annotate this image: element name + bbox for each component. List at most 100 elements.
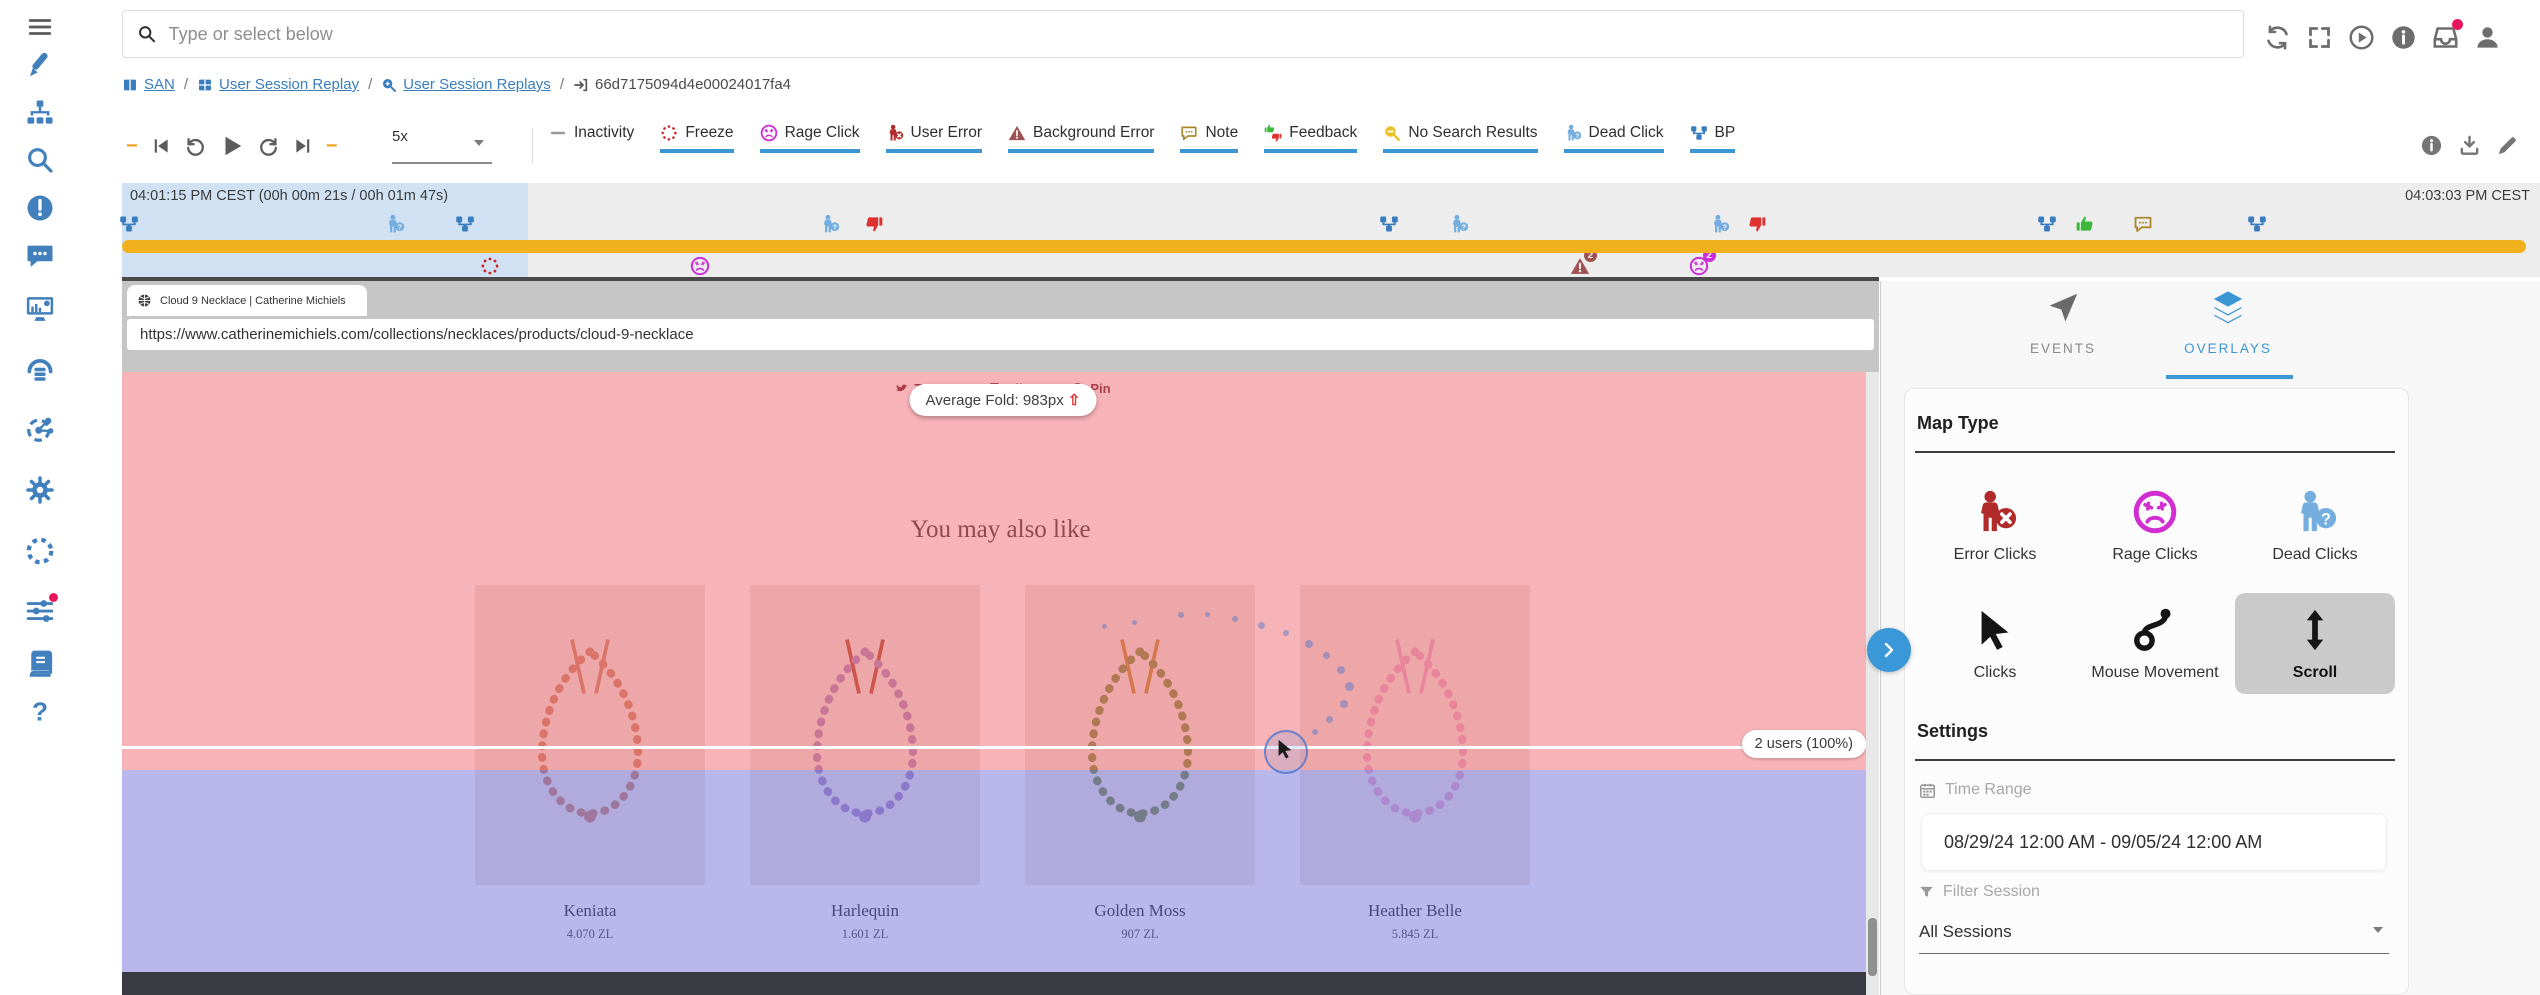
skip-end-icon[interactable]	[293, 136, 313, 156]
sidebar-search-icon[interactable]	[25, 145, 55, 175]
filter-chip-dead-click[interactable]: ?Dead Click	[1564, 124, 1664, 153]
timeline-marker-thumbs-up-icon[interactable]	[2075, 214, 2095, 239]
dead-clicks-icon: ?	[2292, 489, 2338, 535]
filter-chip-bp[interactable]: BP	[1690, 124, 1736, 153]
redo-icon[interactable]	[258, 135, 280, 157]
filter-chip-user-error[interactable]: User Error	[886, 124, 982, 153]
sidebar-menu-icon[interactable]	[27, 14, 53, 40]
map-type-label: Dead Clicks	[2235, 546, 2395, 564]
breadcrumb-separator: /	[560, 76, 564, 93]
sidebar-gear-icon[interactable]	[25, 475, 55, 505]
timeline-marker-thumbs-down-icon[interactable]	[1747, 214, 1767, 239]
sign-in-icon	[573, 77, 589, 93]
viewport-scrollbar-thumb[interactable]	[1868, 918, 1877, 976]
browser-tab[interactable]: Cloud 9 Necklace | Catherine Michiels	[127, 285, 367, 316]
bp-icon	[1690, 124, 1708, 142]
search-input[interactable]	[167, 23, 2229, 46]
search-icon	[137, 24, 157, 44]
chip-label: BP	[1715, 124, 1736, 142]
filter-chip-background-error[interactable]: Background Error	[1008, 124, 1154, 153]
grid-icon	[197, 77, 213, 93]
svg-text:?: ?	[1462, 224, 1466, 232]
play-circle-icon[interactable]	[2348, 24, 2375, 51]
map-type-rage-clicks[interactable]: Rage Clicks	[2075, 475, 2235, 576]
timeline-marker-bp-icon[interactable]	[2247, 214, 2267, 239]
sidebar-sitemap-icon[interactable]	[25, 98, 55, 128]
inbox-icon[interactable]	[2432, 24, 2459, 51]
sidebar-monitor-chart-icon[interactable]	[25, 294, 55, 324]
filter-chip-feedback[interactable]: Feedback	[1264, 124, 1357, 153]
breadcrumb-separator: /	[368, 76, 372, 93]
mouse-trail-dot	[1102, 624, 1107, 629]
fullscreen-icon[interactable]	[2306, 24, 2333, 51]
sidebar-share-network-icon[interactable]	[25, 414, 55, 444]
svg-text:?: ?	[1723, 224, 1727, 232]
timeline-marker-bp-icon[interactable]	[2037, 214, 2057, 239]
map-type-dead-clicks[interactable]: ? Dead Clicks	[2235, 475, 2395, 576]
filter-chip-no-search-results[interactable]: No Search Results	[1383, 124, 1537, 153]
chevron-right-icon	[1880, 641, 1898, 659]
timeline-marker-bp-icon[interactable]	[119, 214, 139, 239]
browser-url-bar[interactable]: https://www.catherinemichiels.com/collec…	[127, 319, 1874, 350]
mouse-trail-dot	[1323, 652, 1330, 659]
edit-pencil-icon[interactable]	[2496, 134, 2519, 157]
info-circle-icon[interactable]	[2390, 24, 2417, 51]
timeline-end-label: 04:03:03 PM CEST	[2290, 188, 2530, 204]
sidebar-dashed-circle-icon[interactable]	[25, 536, 55, 566]
timeline-marker-dead-click-icon[interactable]: ?	[385, 214, 405, 239]
mouse-trail-dot	[1132, 620, 1137, 625]
step-minus-button[interactable]: −	[126, 135, 138, 158]
breadcrumb-item[interactable]: User Session Replays	[381, 76, 551, 93]
chip-label: Inactivity	[574, 124, 634, 142]
timeline-progress-bar[interactable]	[122, 240, 2526, 253]
sidebar-book-icon[interactable]	[25, 649, 55, 679]
viewport-scrollbar[interactable]	[1866, 372, 1879, 995]
download-icon[interactable]	[2458, 134, 2481, 157]
filter-session-select[interactable]: All Sessions	[1919, 911, 2389, 954]
filter-chip-rage-click[interactable]: Rage Click	[760, 124, 860, 153]
tab-events[interactable]: EVENTS	[1988, 289, 2138, 356]
timeline-marker-dead-click-icon[interactable]: ?	[1449, 214, 1469, 239]
timeline-marker-dead-click-icon[interactable]: ?	[1710, 214, 1730, 239]
filter-chip-note[interactable]: Note	[1180, 124, 1238, 153]
breadcrumb-item[interactable]: User Session Replay	[197, 76, 359, 93]
panel-collapse-button[interactable]	[1867, 628, 1911, 672]
map-type-clicks[interactable]: Clicks	[1915, 593, 2075, 694]
map-type-error-clicks[interactable]: Error Clicks	[1915, 475, 2075, 576]
global-search[interactable]	[122, 10, 2244, 58]
dead-click-icon: ?	[820, 214, 840, 234]
mouse-cursor-icon	[1274, 738, 1296, 760]
map-type-scroll[interactable]: Scroll	[2235, 593, 2395, 694]
tab-overlays[interactable]: OVERLAYS	[2153, 289, 2303, 356]
sidebar-pen-icon[interactable]	[25, 50, 55, 80]
feedback-icon	[1264, 124, 1282, 142]
sidebar-headset-icon[interactable]	[25, 354, 55, 384]
map-type-mouse-movement[interactable]: Mouse Movement	[2075, 593, 2235, 694]
mouse-trail-dot	[1305, 640, 1313, 648]
user-icon[interactable]	[2474, 24, 2501, 51]
sidebar-chat-icon[interactable]	[25, 240, 55, 270]
sidebar-alert-icon[interactable]	[25, 193, 55, 223]
timeline-marker-bp-icon[interactable]	[1379, 214, 1399, 239]
filter-chip-inactivity[interactable]: Inactivity	[549, 124, 634, 153]
breadcrumb-item[interactable]: SAN	[122, 76, 175, 93]
sidebar-sliders-icon[interactable]	[25, 596, 55, 626]
step-minus-button[interactable]: −	[326, 135, 338, 158]
play-icon[interactable]	[219, 133, 245, 159]
map-type-label: Clicks	[1915, 664, 2075, 682]
timeline-start-label: 04:01:15 PM CEST (00h 00m 21s / 00h 01m …	[130, 188, 448, 204]
skip-start-icon[interactable]	[151, 136, 171, 156]
speed-select[interactable]: 5x	[392, 128, 492, 164]
sidebar-question-icon[interactable]: ?	[25, 698, 55, 728]
tab-label: OVERLAYS	[2153, 341, 2303, 356]
undo-icon[interactable]	[184, 135, 206, 157]
timeline-marker-thumbs-down-icon[interactable]	[864, 214, 884, 239]
chip-label: No Search Results	[1408, 124, 1537, 142]
timeline-marker-dead-click-icon[interactable]: ?	[820, 214, 840, 239]
time-range-input[interactable]: 08/29/24 12:00 AM - 09/05/24 12:00 AM	[1921, 813, 2387, 871]
refresh-icon[interactable]	[2264, 24, 2291, 51]
timeline-marker-note-icon[interactable]	[2133, 214, 2153, 239]
filter-chip-freeze[interactable]: Freeze	[660, 124, 733, 153]
timeline-marker-bp-icon[interactable]	[455, 214, 475, 239]
info-filled-icon[interactable]	[2420, 134, 2443, 157]
